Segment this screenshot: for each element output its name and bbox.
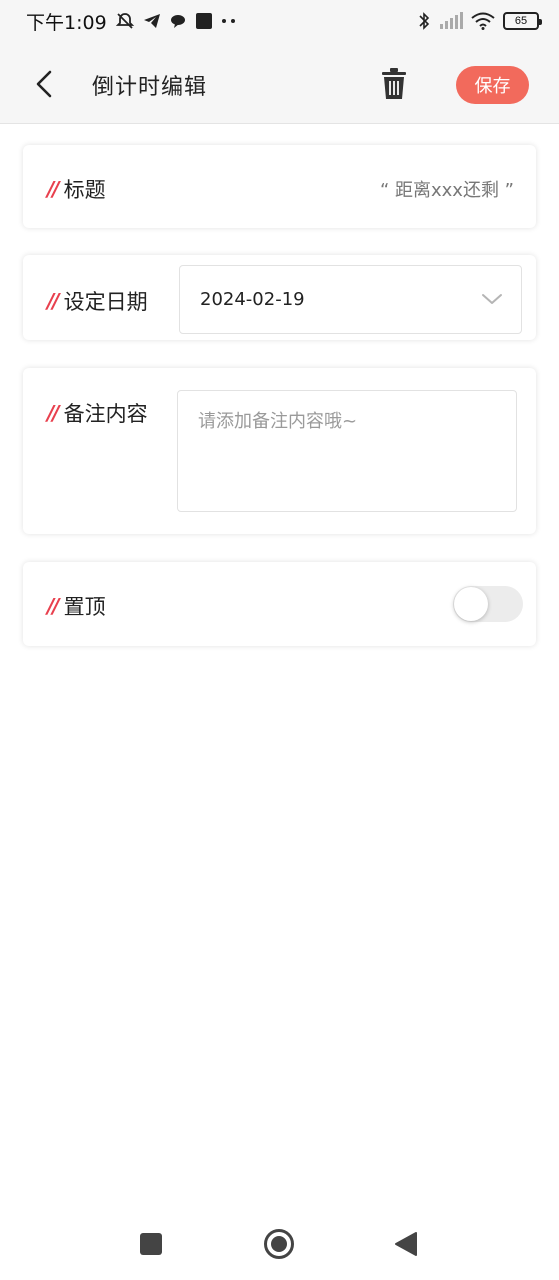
title-field-label-group: // 标题 <box>47 174 106 204</box>
title-field-value[interactable]: “ 距离xxx还剩 ” <box>380 176 514 202</box>
home-button[interactable] <box>263 1228 295 1264</box>
app-header: 倒计时编辑 保存 <box>0 42 559 124</box>
label-mark: // <box>47 594 60 618</box>
title-field-label: 标题 <box>63 178 106 202</box>
dots-icon <box>221 18 237 24</box>
pin-field-label-group: // 置顶 <box>47 591 106 621</box>
battery-level: 65 <box>514 15 528 27</box>
note-field-label-group: // 备注内容 <box>47 398 148 428</box>
date-field-card: // 设定日期 2024-02-19 <box>23 255 536 340</box>
square-app-icon <box>195 12 213 30</box>
title-field-card[interactable]: // 标题 “ 距离xxx还剩 ” <box>23 145 536 228</box>
bell-off-icon <box>115 11 135 31</box>
bluetooth-icon <box>417 11 431 31</box>
page-title: 倒计时编辑 <box>92 75 208 100</box>
delete-button[interactable] <box>378 66 410 102</box>
date-value: 2024-02-19 <box>200 289 305 310</box>
save-button[interactable]: 保存 <box>456 66 529 104</box>
wifi-icon <box>471 12 495 30</box>
status-bar: 下午1:09 65 <box>0 0 559 42</box>
pin-field-label: 置顶 <box>63 595 106 619</box>
triangle-back-icon <box>395 1232 417 1256</box>
pin-toggle[interactable] <box>453 586 523 622</box>
trash-icon <box>382 68 406 99</box>
chat-bubble-icon <box>169 12 187 30</box>
date-field-label: 设定日期 <box>63 290 148 314</box>
back-button[interactable] <box>30 66 60 102</box>
telegram-icon <box>143 12 161 30</box>
chevron-left-icon <box>36 70 52 98</box>
note-input[interactable] <box>177 390 517 512</box>
status-time: 下午1:09 <box>26 11 107 34</box>
chevron-down-icon <box>482 294 502 304</box>
note-field-card: // 备注内容 <box>23 368 536 534</box>
signal-icon <box>439 12 463 30</box>
square-icon <box>140 1233 162 1255</box>
date-select[interactable]: 2024-02-19 <box>179 265 522 334</box>
back-nav-button[interactable] <box>394 1231 418 1261</box>
date-field-label-group: // 设定日期 <box>47 286 148 316</box>
home-circle-icon <box>264 1229 294 1259</box>
battery-icon: 65 <box>503 12 542 30</box>
countdown-edit-screen: 下午1:09 65 倒计时编辑 保存 // 标题 “ 距离xxx还剩 ” // … <box>0 0 559 1280</box>
note-field-label: 备注内容 <box>63 402 148 426</box>
recents-button[interactable] <box>139 1232 163 1260</box>
system-nav-bar <box>0 1205 559 1280</box>
pin-toggle-knob <box>454 587 488 621</box>
label-mark: // <box>47 289 60 313</box>
status-right: 65 <box>417 11 543 31</box>
pin-field-card: // 置顶 <box>23 562 536 646</box>
label-mark: // <box>47 401 60 425</box>
label-mark: // <box>47 177 60 201</box>
status-left: 下午1:09 <box>26 8 237 35</box>
